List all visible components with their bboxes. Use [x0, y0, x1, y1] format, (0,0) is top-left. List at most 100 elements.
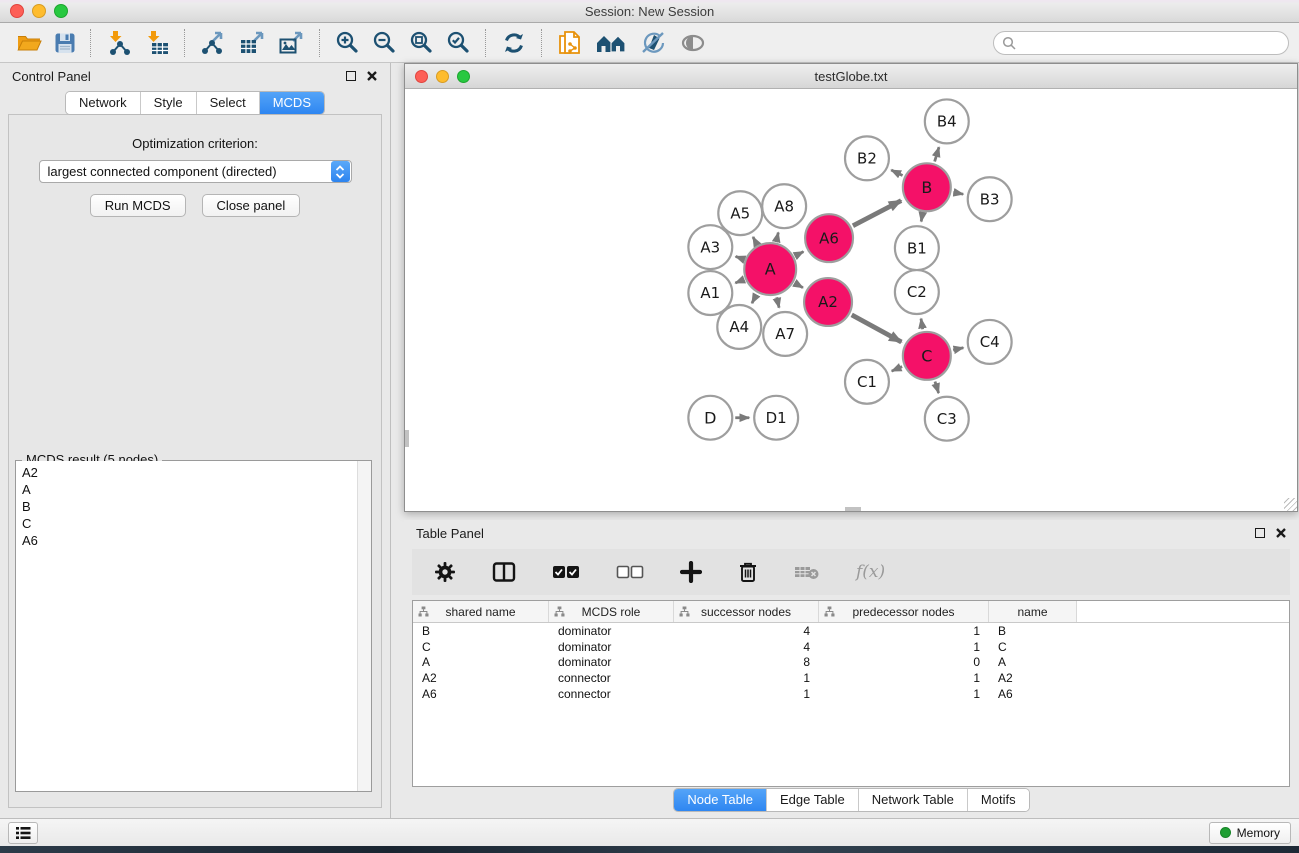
mcds-result-item[interactable]: B [16, 498, 357, 515]
export-image-button[interactable] [276, 28, 307, 58]
mcds-result-item[interactable]: A6 [16, 532, 357, 549]
network-graph[interactable]: AA1A2A3A4A5A6A7A8BB1B2B3B4CC1C2C3C4DD1 [405, 89, 1297, 511]
function-builder-button[interactable]: f(x) [854, 560, 887, 584]
table-cell[interactable]: 1 [674, 687, 819, 701]
home-button[interactable] [593, 29, 629, 57]
node-table[interactable]: shared nameMCDS rolesuccessor nodesprede… [412, 600, 1290, 787]
graph-edge-A6-B[interactable] [853, 201, 901, 226]
table-cell[interactable]: 0 [819, 655, 989, 669]
table-cell[interactable]: B [989, 624, 1077, 638]
run-mcds-button[interactable]: Run MCDS [90, 194, 186, 217]
zoom-selected-button[interactable] [444, 28, 473, 57]
graph-edge-A-A6[interactable] [796, 252, 804, 256]
tab-mcds[interactable]: MCDS [259, 92, 324, 114]
tab-style[interactable]: Style [140, 92, 196, 114]
table-cell[interactable]: B [413, 624, 549, 638]
table-cell[interactable]: connector [549, 687, 674, 701]
close-table-panel-button[interactable] [1275, 527, 1287, 539]
canvas-vscroll-thumb[interactable] [405, 430, 409, 447]
zoom-fit-button[interactable] [407, 28, 436, 57]
table-cell[interactable]: A [413, 655, 549, 669]
zoom-out-button[interactable] [370, 28, 399, 57]
show-all-columns-button[interactable] [550, 563, 582, 581]
tab-motifs[interactable]: Motifs [967, 789, 1029, 811]
table-cell[interactable]: 4 [674, 624, 819, 638]
show-graphics-details-button[interactable] [677, 30, 709, 56]
graph-edge-C-C1[interactable] [892, 367, 902, 372]
mcds-result-item[interactable]: C [16, 515, 357, 532]
table-cell[interactable]: 1 [819, 624, 989, 638]
table-cell[interactable]: dominator [549, 640, 674, 654]
graph-edge-A-A1[interactable] [735, 280, 743, 283]
table-row[interactable]: Bdominator41B [413, 623, 1289, 639]
tab-network[interactable]: Network [66, 92, 140, 114]
refresh-button[interactable] [499, 28, 529, 58]
table-cell[interactable]: 1 [674, 671, 819, 685]
graph-edge-C-C4[interactable] [953, 348, 963, 350]
export-network-button[interactable] [198, 28, 229, 58]
column-header-predecessor-nodes[interactable]: predecessor nodes [819, 601, 989, 622]
create-column-button[interactable] [678, 559, 704, 585]
graph-edge-A-A8[interactable] [776, 233, 778, 241]
table-cell[interactable]: dominator [549, 624, 674, 638]
table-cell[interactable]: 8 [674, 655, 819, 669]
table-cell[interactable]: dominator [549, 655, 674, 669]
close-panel-button[interactable] [366, 70, 378, 82]
graph-edge-B-B3[interactable] [953, 192, 963, 194]
hide-annotations-button[interactable] [637, 28, 669, 58]
graph-edge-A-A3[interactable] [736, 256, 743, 259]
delete-table-button[interactable] [792, 561, 822, 583]
delete-columns-button[interactable] [736, 559, 760, 585]
table-row[interactable]: Adominator80A [413, 654, 1289, 670]
float-panel-button[interactable] [346, 71, 356, 81]
column-header-MCDS-role[interactable]: MCDS role [549, 601, 674, 622]
tab-node-table[interactable]: Node Table [674, 789, 766, 811]
table-row[interactable]: A6connector11A6 [413, 686, 1289, 702]
graph-edge-A2-C[interactable] [852, 315, 902, 342]
table-cell[interactable]: A2 [413, 671, 549, 685]
table-cell[interactable]: 1 [819, 671, 989, 685]
zoom-in-button[interactable] [333, 28, 362, 57]
column-header-successor-nodes[interactable]: successor nodes [674, 601, 819, 622]
tab-network-table[interactable]: Network Table [858, 789, 967, 811]
import-table-button[interactable] [142, 28, 172, 58]
table-cell[interactable]: C [989, 640, 1077, 654]
table-row[interactable]: Cdominator41C [413, 639, 1289, 655]
graph-edge-A-A5[interactable] [753, 237, 757, 244]
search-field[interactable] [993, 31, 1289, 55]
close-panel-action-button[interactable]: Close panel [202, 194, 301, 217]
graph-edge-B-B1[interactable] [921, 214, 922, 222]
table-row[interactable]: A2connector11A2 [413, 670, 1289, 686]
export-table-button[interactable] [237, 28, 268, 58]
mcds-result-list[interactable]: A2ABCA6 [16, 461, 371, 791]
graph-edge-A-A2[interactable] [795, 283, 803, 287]
search-input[interactable] [1022, 35, 1280, 51]
resize-grip[interactable] [1284, 498, 1297, 511]
network-canvas[interactable]: AA1A2A3A4A5A6A7A8BB1B2B3B4CC1C2C3C4DD1 [405, 89, 1297, 511]
mcds-result-item[interactable]: A [16, 481, 357, 498]
graph-edge-A-A7[interactable] [777, 297, 779, 307]
save-session-button[interactable] [52, 30, 78, 56]
graph-edge-C-C3[interactable] [935, 382, 939, 394]
memory-button[interactable]: Memory [1209, 822, 1291, 844]
graph-edge-B-B4[interactable] [935, 147, 939, 161]
graph-edge-B-B2[interactable] [891, 170, 902, 175]
table-cell[interactable]: connector [549, 671, 674, 685]
list-scrollbar[interactable] [357, 461, 371, 791]
graph-edge-A-A4[interactable] [752, 295, 757, 304]
tab-edge-table[interactable]: Edge Table [766, 789, 858, 811]
mcds-result-item[interactable]: A2 [16, 464, 357, 481]
hide-all-columns-button[interactable] [614, 563, 646, 581]
open-in-cybrowser-button[interactable] [555, 27, 585, 59]
table-cell[interactable]: 1 [819, 687, 989, 701]
table-cell[interactable]: A [989, 655, 1077, 669]
table-cell[interactable]: A6 [413, 687, 549, 701]
toggle-panes-button[interactable] [490, 559, 518, 585]
table-cell[interactable]: A2 [989, 671, 1077, 685]
table-cell[interactable]: 1 [819, 640, 989, 654]
table-cell[interactable]: 4 [674, 640, 819, 654]
table-cell[interactable]: A6 [989, 687, 1077, 701]
table-cell[interactable]: C [413, 640, 549, 654]
criterion-select[interactable]: largest connected component (directed) [39, 160, 352, 183]
column-header-shared-name[interactable]: shared name [413, 601, 549, 622]
